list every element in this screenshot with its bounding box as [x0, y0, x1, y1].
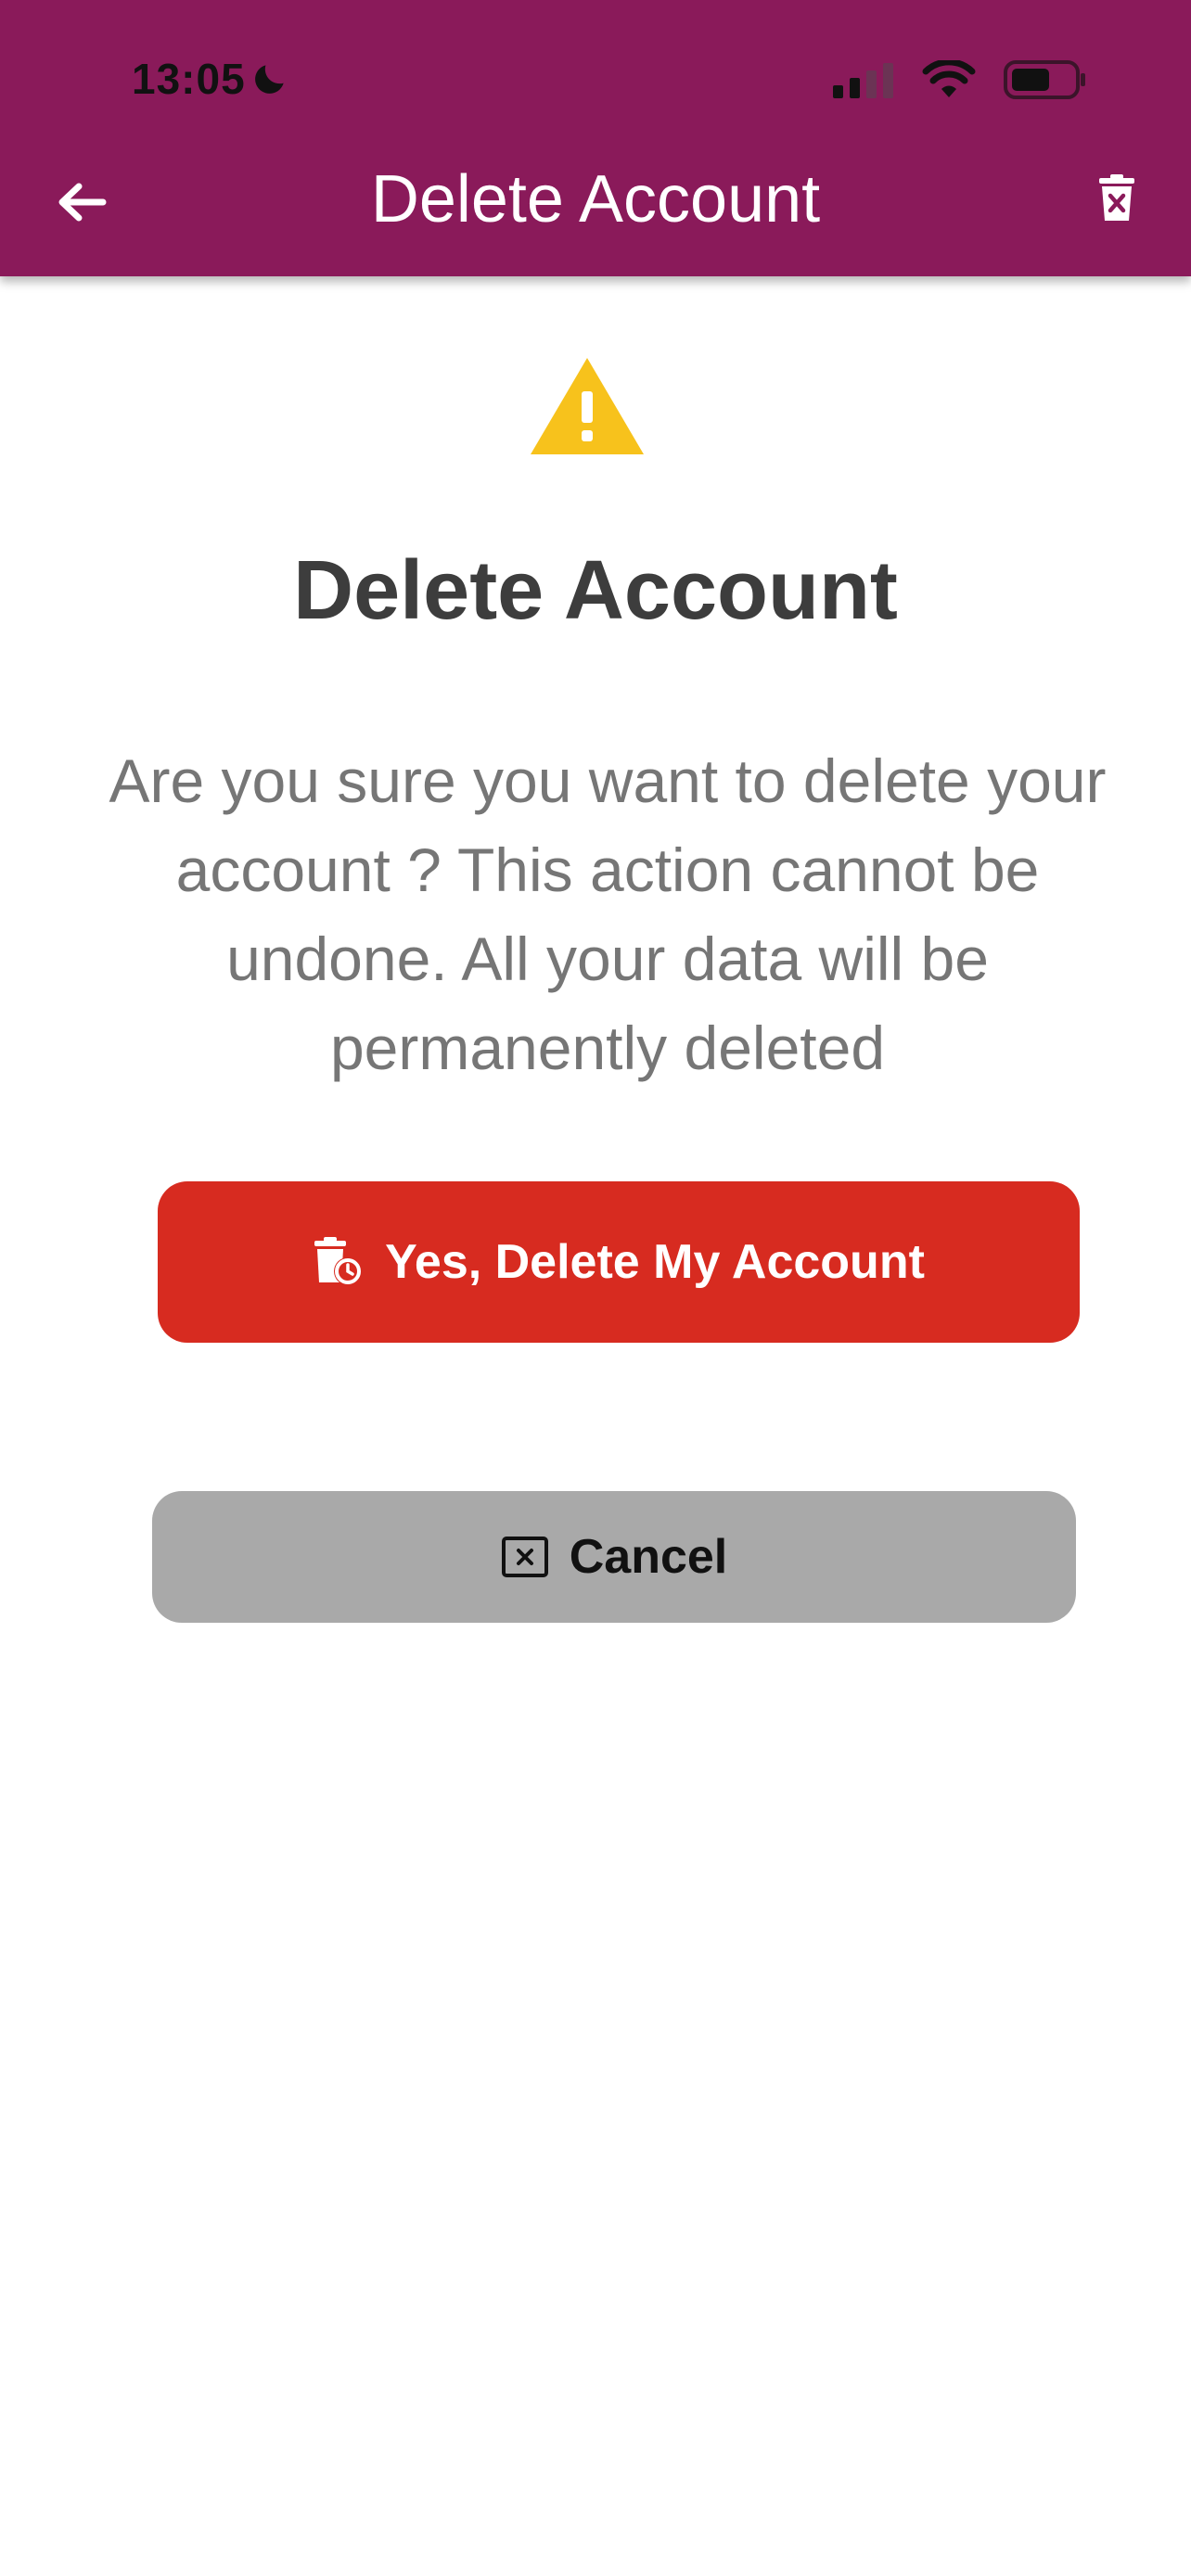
trash-clock-icon: [314, 1237, 363, 1285]
appbar-title: Delete Account: [370, 162, 821, 236]
warning-triangle-icon: [531, 358, 644, 454]
close-box-icon: [501, 1537, 548, 1577]
signal-icon: [833, 63, 893, 98]
status-icons: [833, 59, 1087, 100]
trash-button[interactable]: [1080, 161, 1154, 236]
moon-icon: [254, 65, 284, 94]
confirmation-message: Are you sure you want to delete your acc…: [109, 746, 1107, 1082]
content-title: Delete Account: [293, 544, 898, 637]
delete-account-label: Yes, Delete My Account: [385, 1235, 925, 1289]
status-time-text: 13:05: [132, 55, 246, 103]
battery-icon: [1004, 60, 1085, 99]
status-time: 13:05: [132, 54, 290, 104]
app-header: 13:05 Delete Account: [0, 0, 1191, 276]
cancel-button[interactable]: Cancel: [152, 1491, 1076, 1623]
delete-account-button[interactable]: Yes, Delete My Account: [158, 1181, 1080, 1343]
trash-x-icon: [1099, 174, 1134, 221]
wifi-icon: [922, 60, 976, 97]
cancel-label: Cancel: [569, 1530, 728, 1584]
